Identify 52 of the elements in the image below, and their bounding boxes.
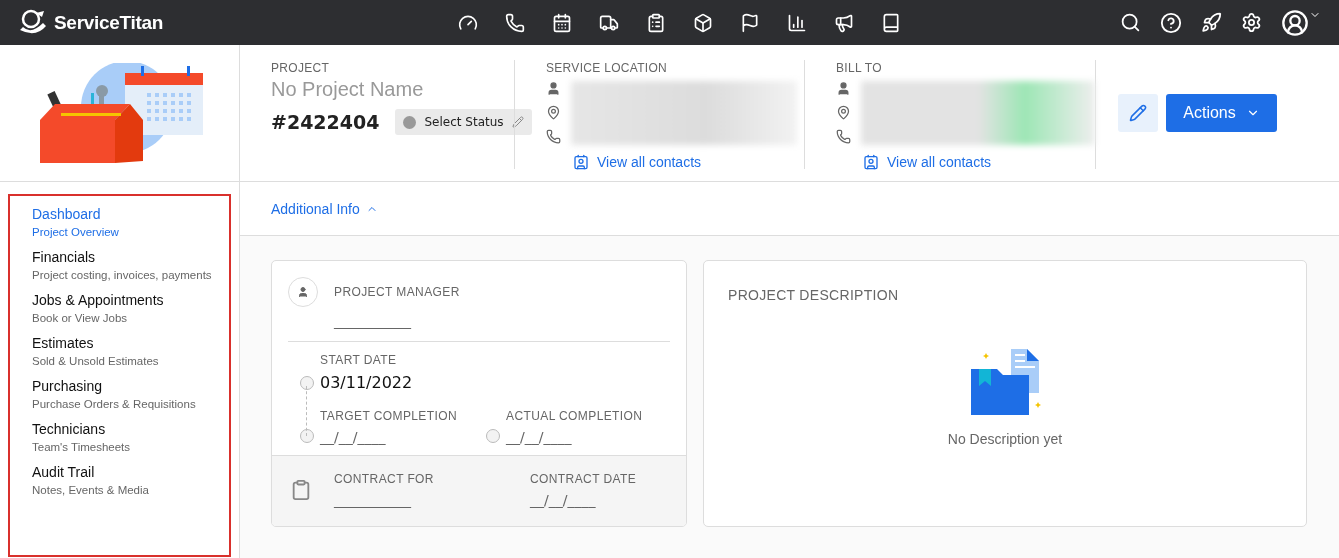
edit-button[interactable] (1118, 94, 1158, 132)
field-value: __/__/____ (320, 429, 387, 445)
phone-icon[interactable] (505, 12, 525, 33)
field-label: PROJECT MANAGER (334, 285, 460, 299)
settings-icon[interactable] (1241, 12, 1262, 33)
user-avatar-icon[interactable] (1281, 8, 1321, 37)
flag-icon[interactable] (740, 12, 760, 33)
field-value: ___________ (334, 313, 412, 329)
sidebar-item[interactable]: Estimates Sold & Unsold Estimates (32, 335, 229, 367)
sidebar-item[interactable]: Dashboard Project Overview (32, 206, 229, 238)
status-select[interactable]: Select Status (395, 109, 532, 135)
project-number: #2422404 (271, 111, 380, 133)
pencil-icon (1129, 104, 1147, 122)
actions-button[interactable]: Actions (1166, 94, 1277, 132)
additional-info-toggle[interactable]: Additional Info (271, 200, 378, 217)
sidebar-item[interactable]: Technicians Team's Timesheets (32, 421, 229, 453)
empty-message: No Description yet (947, 431, 1063, 447)
search-icon[interactable] (1120, 12, 1141, 33)
book-icon[interactable] (881, 12, 901, 33)
contacts-link[interactable]: View all contacts (573, 154, 804, 170)
contact-card-icon (863, 154, 879, 170)
clipboard-icon (290, 479, 312, 501)
brand-name[interactable]: ServiceTitan (54, 11, 164, 34)
section-label: PROJECT (271, 61, 331, 75)
field-label: START DATE (320, 353, 398, 367)
sidebar-item[interactable]: Audit Trail Notes, Events & Media (32, 464, 229, 496)
calendar-icon[interactable] (552, 12, 572, 33)
box-icon[interactable] (693, 12, 713, 33)
field-label: TARGET COMPLETION (320, 409, 458, 423)
section-label: BILL TO (836, 61, 883, 75)
contacts-link[interactable]: View all contacts (863, 154, 1095, 170)
field-value: ___________ (334, 492, 412, 508)
sidebar-item[interactable]: Jobs & Appointments Book or View Jobs (32, 292, 229, 324)
field-label: ACTUAL COMPLETION (506, 409, 643, 423)
section-label: SERVICE LOCATION (546, 61, 669, 75)
pencil-icon (511, 116, 524, 128)
field-value: 03/11/2022 (320, 373, 413, 392)
timeline-dot (486, 429, 500, 443)
field-value: __/__/____ (506, 429, 573, 445)
sidebar-item[interactable]: Purchasing Purchase Orders & Requisitions (32, 378, 229, 410)
help-icon[interactable] (1160, 11, 1182, 34)
megaphone-icon[interactable] (834, 12, 854, 33)
bar-chart-icon[interactable] (787, 12, 807, 33)
sidebar-item[interactable]: Financials Project costing, invoices, payments (32, 249, 229, 281)
clipboard-icon[interactable] (646, 12, 666, 33)
rocket-icon[interactable] (1201, 12, 1222, 33)
card-title: PROJECT DESCRIPTION (728, 287, 899, 303)
project-name: No Project Name (271, 78, 425, 101)
field-value: __/__/____ (530, 492, 597, 508)
field-label: CONTRACT DATE (530, 472, 638, 486)
contact-card-icon (573, 154, 589, 170)
field-label: CONTRACT FOR (334, 472, 435, 486)
